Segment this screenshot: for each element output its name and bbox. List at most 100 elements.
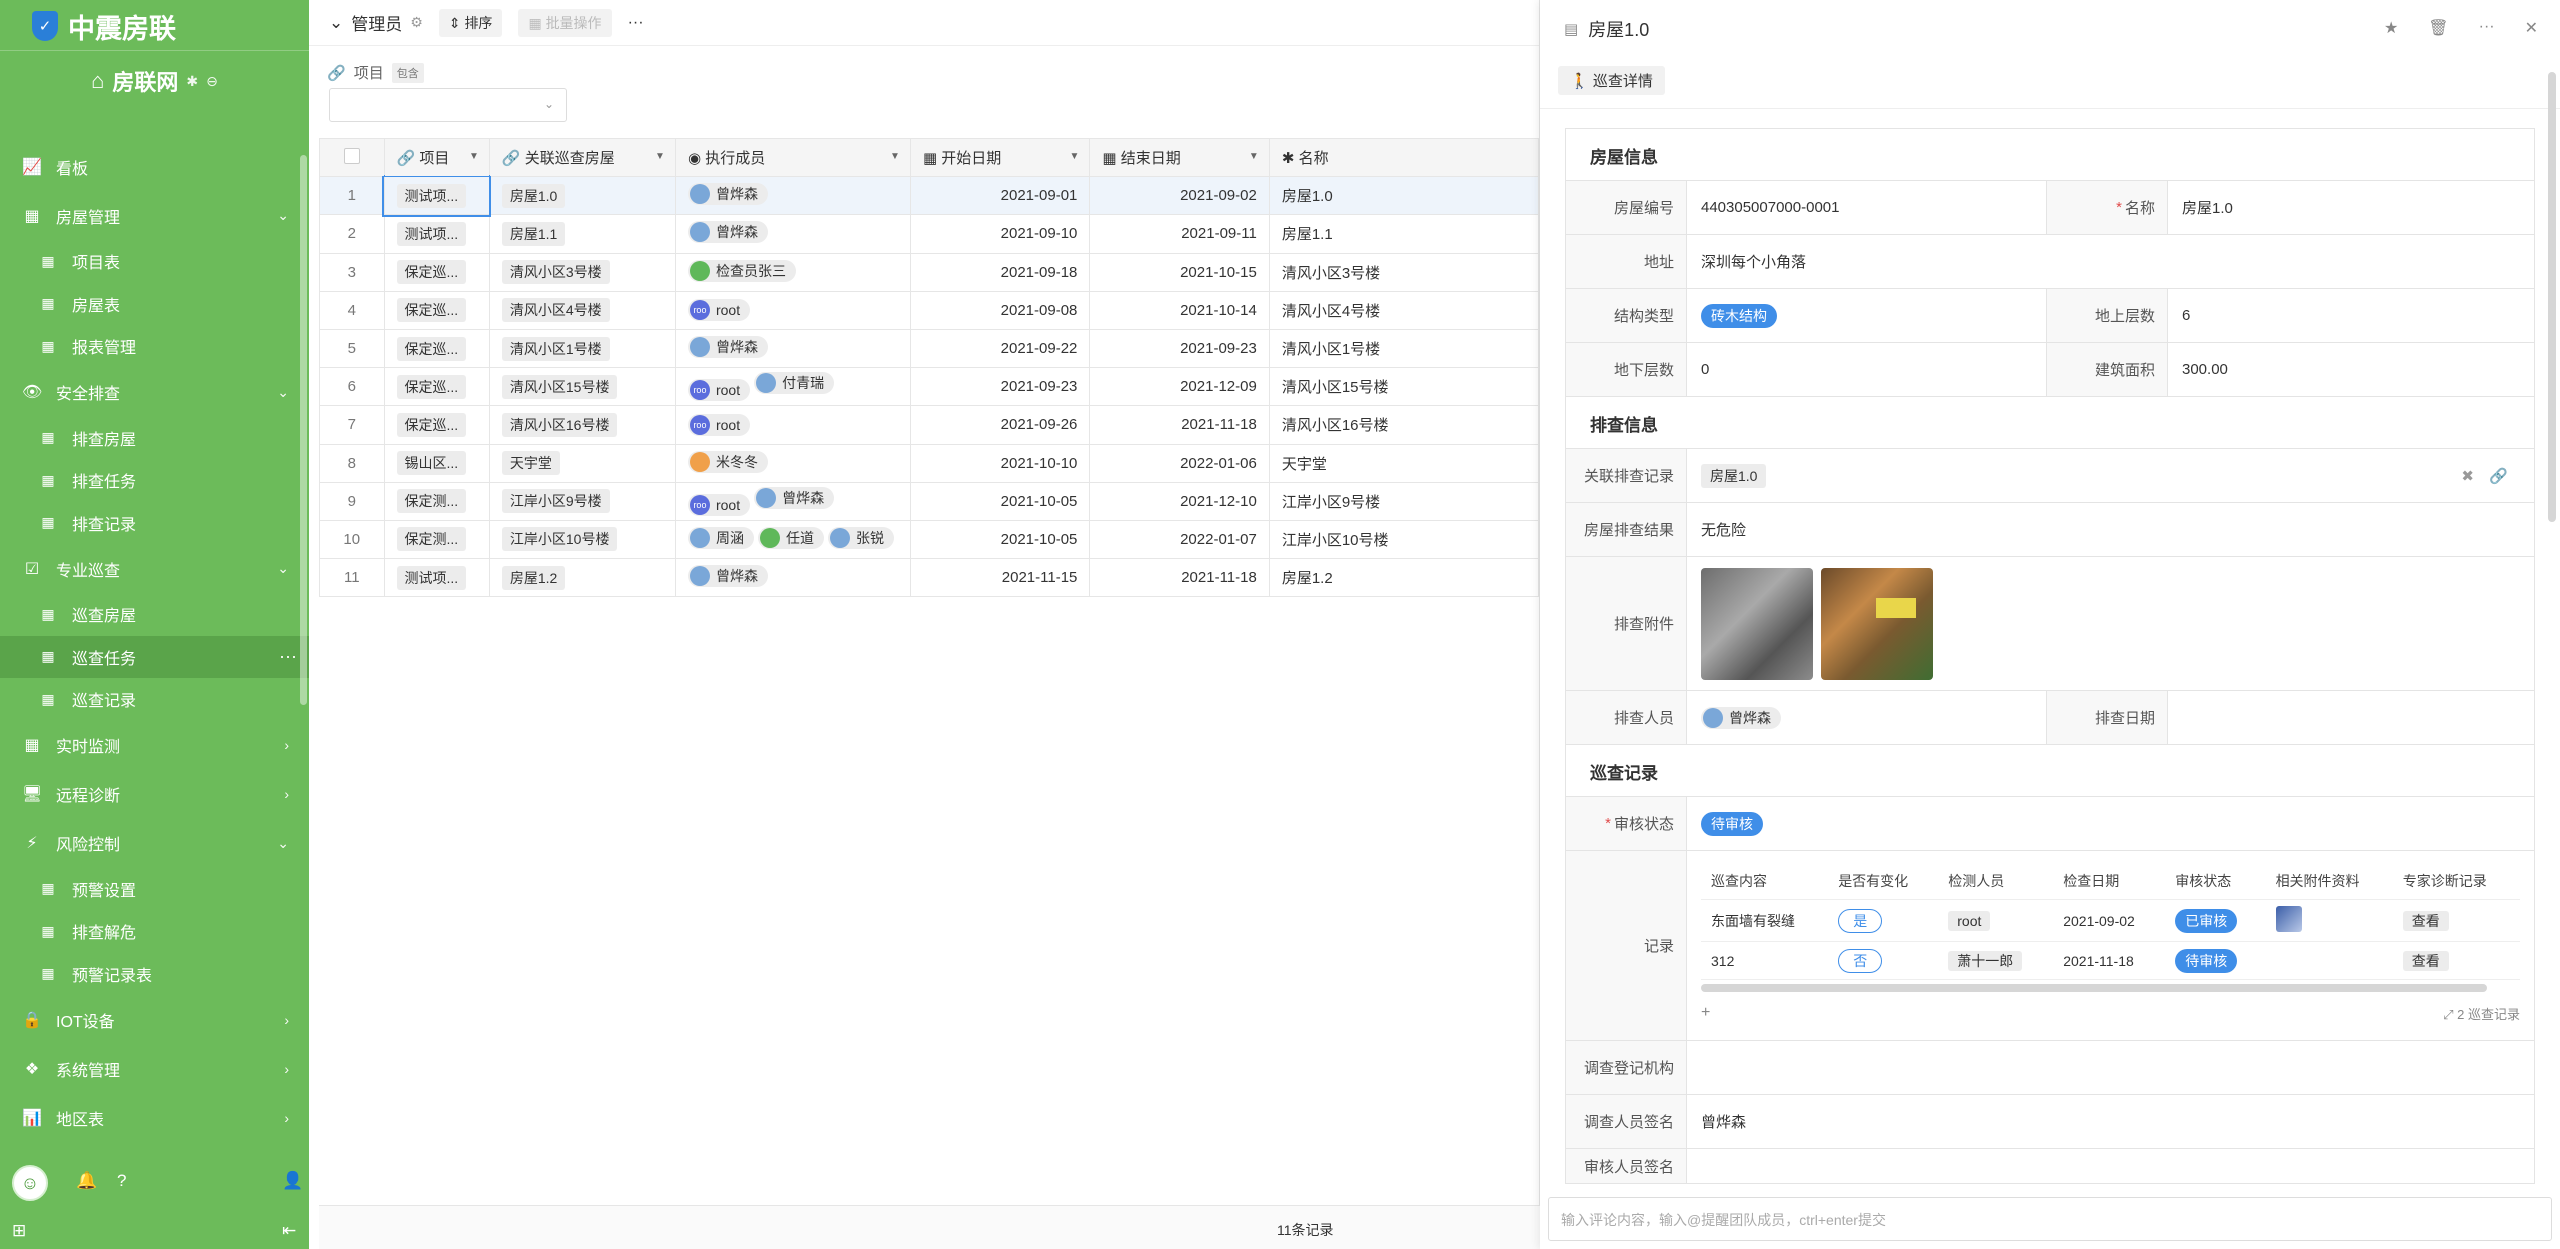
cell-name[interactable]: 房屋1.1: [1268, 214, 1540, 254]
chevron-right-icon[interactable]: ›: [284, 737, 289, 753]
sidebar-item[interactable]: ▦ 项目表: [0, 240, 309, 283]
cell-number[interactable]: 7: [319, 405, 385, 445]
cell-house[interactable]: 清风小区15号楼: [488, 367, 676, 407]
sub-cell[interactable]: 否: [1828, 941, 1939, 981]
audit-field[interactable]: 待审核: [1687, 797, 2534, 850]
sub-cell[interactable]: 2021-09-02: [2053, 899, 2166, 943]
sub-cell[interactable]: 已审核: [2165, 899, 2266, 943]
sidebar-scrollbar[interactable]: [300, 155, 307, 705]
cell-members[interactable]: roo root: [674, 290, 911, 330]
sidebar-item[interactable]: ▦ 报表管理: [0, 325, 309, 368]
sidebar-item[interactable]: ⚡ 风险控制 ⌄: [0, 819, 309, 868]
cell-members[interactable]: roo root 付青瑞: [674, 367, 911, 407]
cell-start-date[interactable]: 2021-10-05: [909, 481, 1091, 521]
cell-members[interactable]: roo root: [674, 405, 911, 445]
cell-end-date[interactable]: 2022-01-06: [1089, 443, 1270, 483]
sidebar-item[interactable]: ❖ 系统管理 ›: [0, 1044, 309, 1093]
sub-cell[interactable]: root: [1938, 899, 2054, 943]
cell-name[interactable]: 清风小区16号楼: [1268, 405, 1540, 445]
table-row[interactable]: 7 保定巡... 清风小区16号楼 roo root 2021-09-26 2021-11-…: [319, 405, 1540, 445]
sidebar-item[interactable]: 📊 地区表 ›: [0, 1093, 309, 1142]
attachment-photo[interactable]: [1821, 567, 1933, 680]
house-no-value[interactable]: 440305007000-0001: [1687, 181, 2047, 234]
sub-cell[interactable]: 萧十一郎: [1938, 941, 2054, 981]
add-square-icon[interactable]: ⊞: [12, 1221, 26, 1241]
sidebar-item[interactable]: 👁 安全排查 ⌄: [0, 368, 309, 417]
cell-start-date[interactable]: 2021-09-18: [909, 252, 1091, 292]
check-result-value[interactable]: 无危险: [1687, 503, 2534, 556]
sidebar-item[interactable]: ▦ 排查记录: [0, 502, 309, 545]
chevron-right-icon[interactable]: ›: [284, 1061, 289, 1077]
cell-start-date[interactable]: 2021-09-22: [909, 328, 1091, 369]
settings-icon[interactable]: ✱: [186, 73, 198, 90]
col-header-name[interactable]: ✱ 名称: [1268, 137, 1540, 178]
cell-house[interactable]: 房屋1.2: [488, 558, 676, 598]
sort-button[interactable]: ⇕ 排序: [438, 8, 503, 37]
checker-field[interactable]: 曾烨森: [1687, 691, 2047, 744]
cell-house[interactable]: 清风小区1号楼: [488, 328, 676, 369]
sub-cell[interactable]: [2265, 941, 2393, 981]
sub-row[interactable]: 312 否 萧十一郎 2021-11-18 待审核 查看: [1701, 941, 2520, 981]
sidebar-item[interactable]: ▦ 排查任务: [0, 459, 309, 502]
cell-start-date[interactable]: 2021-10-10: [909, 443, 1091, 483]
cell-project[interactable]: 测试项...: [383, 558, 490, 598]
cell-end-date[interactable]: 2022-01-07: [1089, 519, 1270, 560]
chevron-down-icon[interactable]: ⌄: [277, 207, 289, 224]
cell-members[interactable]: 曾烨森: [674, 328, 911, 369]
chevron-down-icon[interactable]: ⌄: [277, 384, 289, 401]
cell-number[interactable]: 10: [319, 519, 385, 560]
bell-icon[interactable]: 🔔: [76, 1171, 97, 1191]
check-date-value[interactable]: [2168, 691, 2534, 744]
collapse-icon[interactable]: ⇤: [282, 1221, 296, 1241]
sidebar-item[interactable]: ▦ 排查房屋: [0, 417, 309, 460]
sub-cell[interactable]: 待审核: [2165, 941, 2266, 981]
detail-scrollbar[interactable]: [2548, 72, 2556, 522]
sub-cell[interactable]: 312: [1701, 941, 1829, 981]
cell-project[interactable]: 保定测...: [383, 481, 490, 521]
cell-house[interactable]: 清风小区16号楼: [488, 405, 676, 445]
sub-cell[interactable]: 查看: [2392, 899, 2520, 943]
table-row[interactable]: 9 保定测... 江岸小区9号楼 roo root 曾烨森 2021-10-05 2021-1…: [319, 481, 1540, 521]
cell-end-date[interactable]: 2021-10-15: [1089, 252, 1270, 292]
sidebar-item[interactable]: ▦ 房屋表: [0, 283, 309, 326]
tab-patrol-detail[interactable]: 🚶 巡查详情: [1558, 66, 1665, 95]
chevron-right-icon[interactable]: ›: [284, 1012, 289, 1028]
table-row[interactable]: 3 保定巡... 清风小区3号楼 检查员张三 2021-09-18 2021-10-15 清…: [319, 252, 1540, 292]
sidebar-item[interactable]: ▦ 巡查任务 ···: [0, 635, 309, 678]
cell-end-date[interactable]: 2021-11-18: [1089, 405, 1270, 445]
sidebar-item[interactable]: ▦ 实时监测 ›: [0, 721, 309, 770]
chevron-down-icon[interactable]: ⌄: [277, 560, 289, 577]
table-row[interactable]: 5 保定巡... 清风小区1号楼 曾烨森 2021-09-22 2021-09-23 清风小…: [319, 328, 1540, 369]
caret-down-icon[interactable]: ▼: [890, 151, 900, 162]
floors-down-value[interactable]: 0: [1687, 343, 2047, 396]
cell-house[interactable]: 江岸小区9号楼: [488, 481, 676, 521]
caret-down-icon[interactable]: ▼: [1249, 151, 1259, 162]
sidebar-item[interactable]: ▦ 预警设置: [0, 868, 309, 911]
sidebar-item[interactable]: 📈 看板: [0, 142, 309, 191]
caret-down-icon[interactable]: ▼: [469, 151, 479, 162]
col-header-house[interactable]: 🔗 关联巡查房屋 ▼: [488, 137, 676, 178]
chevron-right-icon[interactable]: ›: [284, 786, 289, 802]
batch-button[interactable]: ▦ 批量操作: [518, 8, 612, 37]
cell-project[interactable]: 保定巡...: [383, 290, 490, 330]
checkbox[interactable]: [343, 147, 360, 164]
cell-members[interactable]: 周涵 任道 张锐: [674, 519, 911, 560]
cell-start-date[interactable]: 2021-09-23: [909, 367, 1091, 407]
star-icon[interactable]: ★: [2384, 18, 2398, 38]
cell-number[interactable]: 11: [319, 558, 385, 598]
cell-members[interactable]: roo root 曾烨森: [674, 481, 911, 521]
more-icon[interactable]: ···: [2479, 18, 2495, 38]
add-user-icon[interactable]: 👤: [282, 1171, 303, 1191]
cell-start-date[interactable]: 2021-11-15: [909, 558, 1091, 598]
user-avatar[interactable]: ☺: [12, 1165, 48, 1201]
cell-project[interactable]: 测试项...: [383, 214, 490, 254]
table-row[interactable]: 11 测试项... 房屋1.2 曾烨森 2021-11-15 2021-11-18 房屋1.…: [319, 558, 1540, 598]
cell-end-date[interactable]: 2021-09-23: [1089, 328, 1270, 369]
view-button[interactable]: 查看: [2402, 910, 2449, 931]
cell-number[interactable]: 2: [319, 214, 385, 254]
close-icon[interactable]: ✕: [2525, 18, 2538, 38]
audit-signature-value[interactable]: [1687, 1149, 2534, 1183]
trash-icon[interactable]: 🗑: [2428, 18, 2448, 38]
view-button[interactable]: 查看: [2402, 950, 2449, 971]
sidebar-item[interactable]: 🖥 远程诊断 ›: [0, 770, 309, 819]
